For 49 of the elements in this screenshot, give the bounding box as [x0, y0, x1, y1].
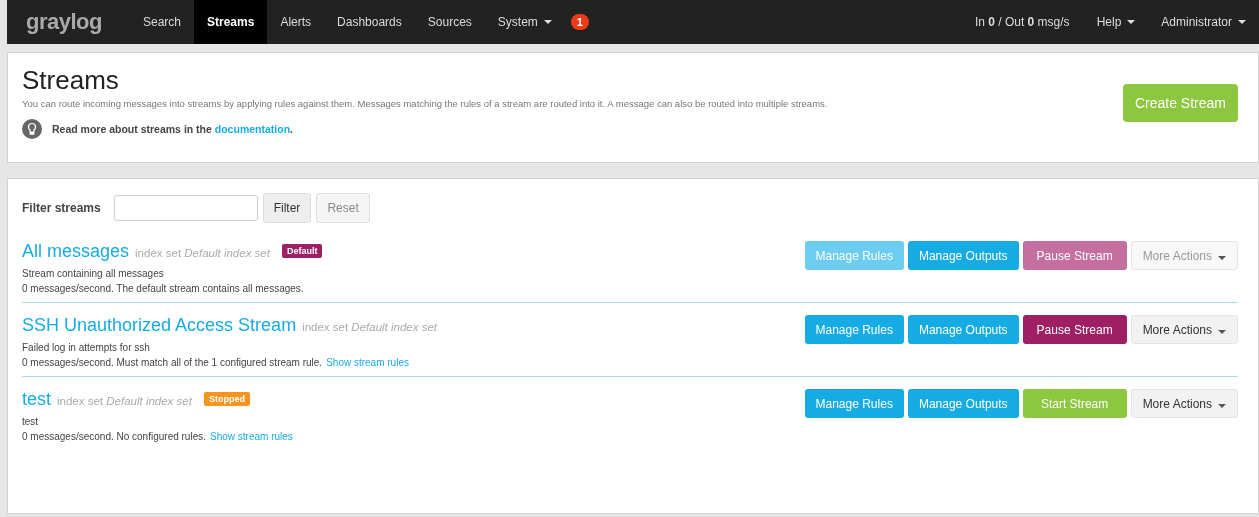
- page-description: You can route incoming messages into streams by applying rules against them. Messages matching the rules of a stream are routed into it. A message can also be routed into multiple streams.: [22, 98, 828, 109]
- index-set-label: index set Default index set: [135, 247, 270, 259]
- show-rules-link[interactable]: Show stream rules: [210, 431, 293, 442]
- stream-title[interactable]: test: [22, 389, 51, 410]
- stream-description: test: [22, 416, 40, 427]
- stream-title[interactable]: All messages: [22, 241, 130, 262]
- stream-title[interactable]: SSH Unauthorized Access Stream: [22, 315, 297, 336]
- stream-description: Stream containing all messages: [22, 268, 165, 279]
- logo[interactable]: graylog: [26, 9, 102, 35]
- stream-description: Failed log in attempts for ssh: [22, 342, 151, 353]
- filter-input[interactable]: [113, 195, 258, 221]
- stream-action-button[interactable]: Manage Outputs: [907, 389, 1019, 418]
- status-badge: Default: [281, 244, 323, 258]
- caret-icon: [1127, 20, 1136, 24]
- nav-tab[interactable]: Sources: [414, 0, 485, 44]
- nav-tab[interactable]: Search: [129, 0, 194, 44]
- stream-action-button[interactable]: Manage Outputs: [907, 241, 1019, 270]
- caret-icon: [1238, 20, 1246, 24]
- show-rules-link[interactable]: Show stream rules: [326, 357, 409, 368]
- filter-button[interactable]: Filter: [262, 193, 312, 223]
- stream-action-button[interactable]: Manage Rules: [804, 315, 904, 344]
- caret-icon: [1218, 329, 1226, 334]
- page-title: Streams: [22, 65, 120, 96]
- index-set-label: index set Default index set: [302, 321, 438, 333]
- more-actions-button[interactable]: More Actions: [1130, 389, 1238, 418]
- nav-tab[interactable]: Alerts: [267, 0, 325, 44]
- stream-status: 0 messages/second. The default stream contains all messages.: [22, 283, 304, 294]
- stream-status: 0 messages/second. No configured rules.: [22, 431, 206, 442]
- stream-action-button[interactable]: Manage Rules: [804, 389, 904, 418]
- nav-tab[interactable]: Dashboards: [324, 0, 415, 44]
- start-button[interactable]: Start Stream: [1022, 389, 1127, 418]
- tip-text: Read more about streams in the documentation.: [52, 123, 293, 135]
- nav-menu[interactable]: Help: [1083, 0, 1149, 44]
- more-actions-button[interactable]: More Actions: [1130, 315, 1238, 344]
- pause-button[interactable]: Pause Stream: [1022, 315, 1127, 344]
- notification-badge[interactable]: 1: [570, 14, 589, 30]
- filter-label: Filter streams: [22, 201, 101, 215]
- status-badge: Stopped: [203, 392, 250, 406]
- caret-icon: [1218, 403, 1226, 408]
- create-stream-button[interactable]: Create Stream: [1122, 84, 1238, 122]
- nav-tab[interactable]: Streams: [194, 0, 268, 44]
- throughput-text: In 0 / Out 0 msg/s: [974, 15, 1070, 29]
- lightbulb-icon: [22, 119, 42, 139]
- caret-icon: [1218, 255, 1226, 260]
- stream-status: 0 messages/second. Must match all of the 1 configured stream rule.: [22, 357, 323, 368]
- nav-tab[interactable]: System: [484, 0, 565, 44]
- stream-action-button[interactable]: Manage Outputs: [907, 315, 1019, 344]
- index-set-label: index set Default index set: [57, 395, 192, 407]
- nav-menu[interactable]: Administrator: [1148, 0, 1259, 44]
